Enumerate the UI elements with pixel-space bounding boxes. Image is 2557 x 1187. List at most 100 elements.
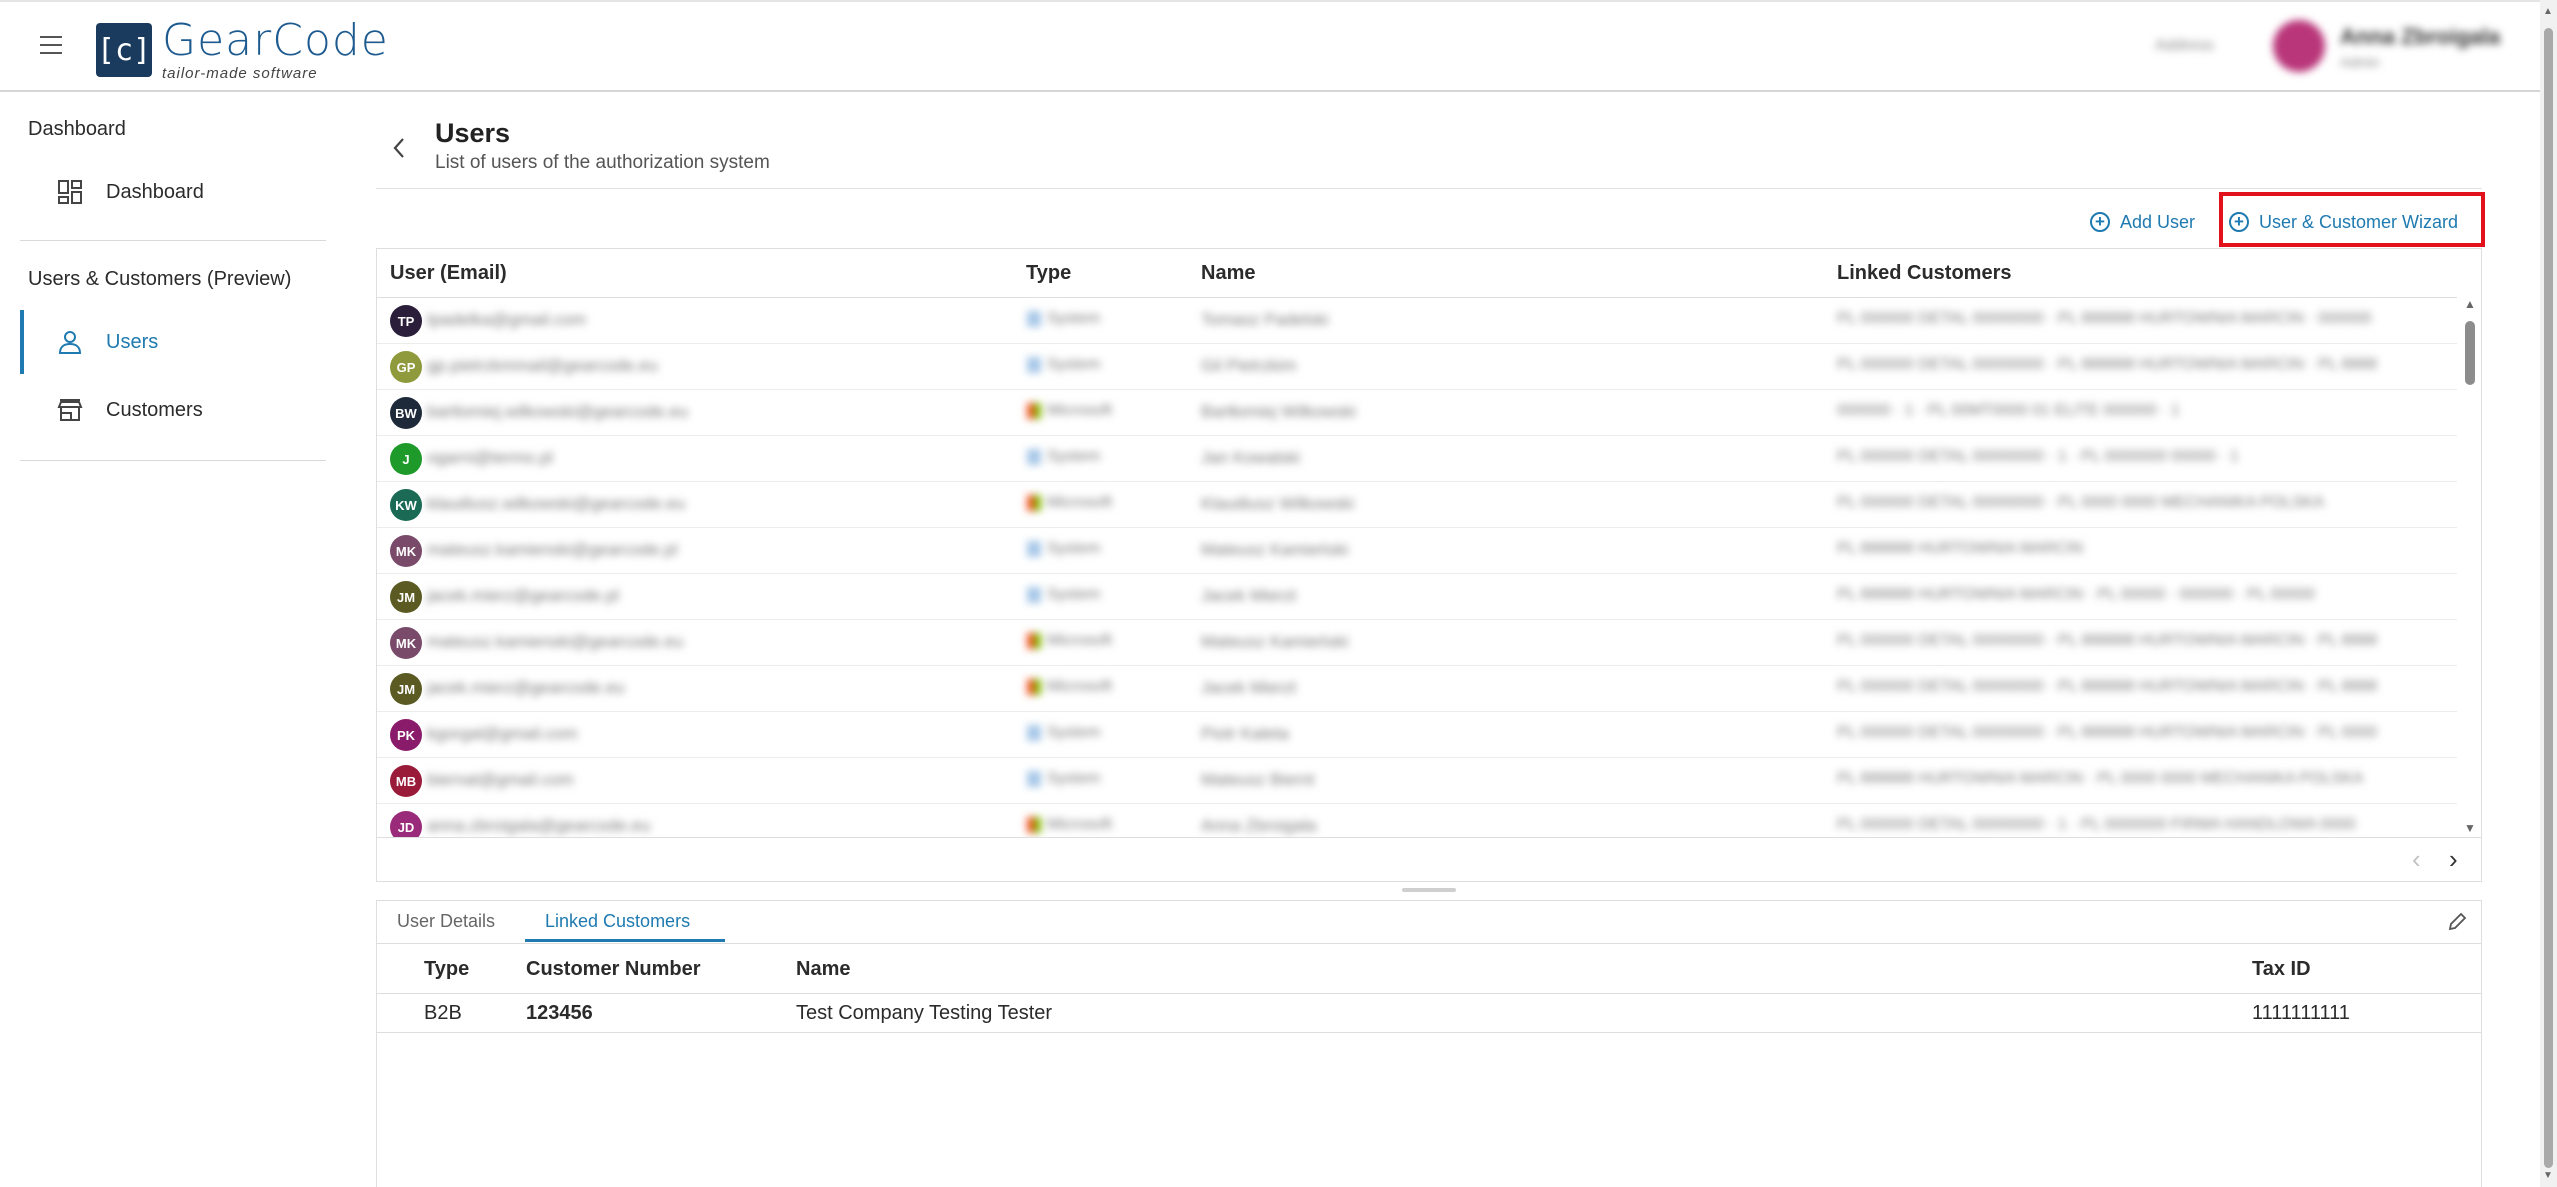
cell-email: mateusz.kamienski@gearcode.eu [427,632,684,651]
cell-type-label: Microsoft [1047,632,1112,649]
column-header-customer-number[interactable]: Customer Number [526,958,700,981]
next-page-icon[interactable]: › [2449,844,2458,875]
table-row[interactable]: TP tpadelka@gmail.com System Tomasz Padelsk… [377,297,2457,344]
logo-name: GearCode [162,14,389,66]
cell-email: klaudiusz.wilkowski@gearcode.eu [427,494,686,513]
column-header-type[interactable]: Type [424,958,469,981]
cell-type-label: System [1047,770,1101,787]
scroll-down-icon[interactable]: ▼ [2543,1170,2553,1181]
table-row[interactable]: B2B 123456 Test Company Testing Tester 1… [377,994,2481,1033]
avatar: JM [390,673,422,705]
menu-icon[interactable] [40,36,62,54]
scroll-up-icon[interactable]: ▲ [2543,6,2553,17]
user-name: Anna Zbroigala [2340,24,2501,49]
linked-customers-header: Type Customer Number Name Tax ID [377,943,2481,994]
table-footer: ‹ › [377,837,2481,882]
tab-user-details[interactable]: User Details [397,911,495,932]
system-icon [1027,725,1041,741]
column-header-tax-id[interactable]: Tax ID [2252,958,2311,981]
column-header-name[interactable]: Name [796,958,850,981]
edit-icon[interactable] [2446,911,2468,933]
table-row[interactable]: Jogarni@termo.pl System Jan Kowalski PL 000… [377,435,2457,482]
avatar: GP [390,351,422,383]
avatar: BW [390,397,422,429]
system-icon [1027,541,1041,557]
cell-email: biernat@gmail.com [427,770,574,789]
avatar: J [390,443,422,475]
cell-email: gp.pietrzkmmail@gearcode.eu [427,356,658,375]
column-header-linked-customers[interactable]: Linked Customers [1837,262,2011,285]
table-row[interactable]: MK mateusz.kamienski@gearcode.pl System Mat… [377,527,2457,574]
cell-linked-customers: PL 888888 HURTOWNIA MARCIN · PL 0000 000… [1837,770,2364,787]
avatar: MK [390,627,422,659]
table-row[interactable]: KW klaudiusz.wilkowski@gearcode.eu Microso… [377,481,2457,528]
cell-linked-customers: PL 000000 DETAL 00000000 · 1 · PL 000000… [1837,448,2239,465]
table-row[interactable]: MB biernat@gmail.com System Mateusz Biernt P… [377,757,2457,804]
table-row[interactable]: JM jacek.mierz@gearcode.pl System Jacek Mie… [377,573,2457,620]
header-label[interactable]: Address [2155,37,2214,55]
table-row[interactable]: BW bartlomiej.wilkowski@gearcode.eu Micros… [377,389,2457,436]
avatar: TP [390,305,422,337]
table-row[interactable]: JM jacek.mierz@gearcode.eu Microsoft Jacek … [377,665,2457,712]
sidebar-item-users[interactable]: Users [20,310,326,374]
sidebar-item-dashboard[interactable]: Dashboard [20,164,326,220]
cell-type-label: System [1047,586,1101,603]
cell-name: Tomasz Padelski [1201,310,1329,329]
microsoft-icon [1027,633,1041,649]
user-avatar[interactable] [2273,20,2325,72]
cell-name: Jacek Mierzt [1201,586,1297,605]
add-circle-icon: + [2090,212,2110,232]
scrollbar-thumb[interactable] [2465,321,2475,385]
resize-handle[interactable] [1402,888,1456,892]
cell-email: kgorgal@gmail.com [427,724,578,743]
table-row[interactable]: PK kgorgal@gmail.com System Piotr Kaleta PL … [377,711,2457,758]
cell-type-label: System [1047,448,1101,465]
microsoft-icon [1027,679,1041,695]
table-scrollbar[interactable]: ▲ ▼ [2459,297,2481,837]
tab-linked-customers[interactable]: Linked Customers [545,911,690,932]
scrollbar-thumb[interactable] [2544,28,2553,1168]
column-header-type[interactable]: Type [1026,262,1071,285]
cell-name: Mateusz Kamieński [1201,540,1349,559]
cell-type: Microsoft [1027,402,1112,420]
column-header-email[interactable]: User (Email) [390,262,507,285]
user-role: Admin [2340,54,2380,70]
cell-name: Jan Kowalski [1201,448,1301,467]
add-user-button[interactable]: + Add User [2090,206,2195,238]
avatar: KW [390,489,422,521]
cell-type-label: Microsoft [1047,494,1112,511]
system-icon [1027,357,1041,373]
user-menu[interactable]: Anna Zbroigala Admin [2340,24,2500,70]
cell-email: mateusz.kamienski@gearcode.pl [427,540,678,559]
previous-page-icon[interactable]: ‹ [2412,844,2421,875]
table-row[interactable]: GP gp.pietrzkmmail@gearcode.eu System Gil P… [377,343,2457,390]
microsoft-icon [1027,495,1041,511]
sidebar-item-label: Users [106,330,159,353]
back-arrow-icon[interactable] [388,136,412,160]
cell-type: System [1027,770,1100,788]
cell-linked-customers: PL 888888 HURTOWNIA MARCIN [1837,540,2084,557]
cell-name: Jacek Mierzt [1201,678,1297,697]
page-scrollbar[interactable]: ▲ ▼ [2540,0,2557,1187]
cell-name: Test Company Testing Tester [796,1002,1053,1024]
table-row[interactable]: JD anna.zbroigala@gearcode.eu Microsoft Ann… [377,803,2457,837]
sidebar-item-customers[interactable]: Customers [20,382,326,438]
active-tab-indicator [525,939,725,942]
cell-name: Bartłomiej Wilkowski [1201,402,1356,421]
page-subtitle: List of users of the authorization syste… [435,152,770,173]
users-table: User (Email) Type Name Linked Customers … [376,248,2482,882]
table-row[interactable]: MK mateusz.kamienski@gearcode.eu Microsoft… [377,619,2457,666]
logo[interactable]: [c] GearCode tailor-made software [96,14,389,82]
cell-email: jacek.mierz@gearcode.eu [427,678,625,697]
sidebar-item-label: Dashboard [106,180,204,203]
cell-email: anna.zbroigala@gearcode.eu [427,816,651,835]
column-header-name[interactable]: Name [1201,262,1255,285]
page-title: Users [435,118,511,148]
scroll-up-icon[interactable]: ▲ [2464,297,2476,311]
highlight-box [2219,192,2485,247]
cell-name: Mateusz Biernt [1201,770,1315,789]
cell-type: B2B [424,1002,462,1024]
table-header: User (Email) Type Name Linked Customers [377,249,2457,298]
cell-name: Klaudiusz Wilkowski [1201,494,1355,513]
scroll-down-icon[interactable]: ▼ [2464,821,2476,835]
